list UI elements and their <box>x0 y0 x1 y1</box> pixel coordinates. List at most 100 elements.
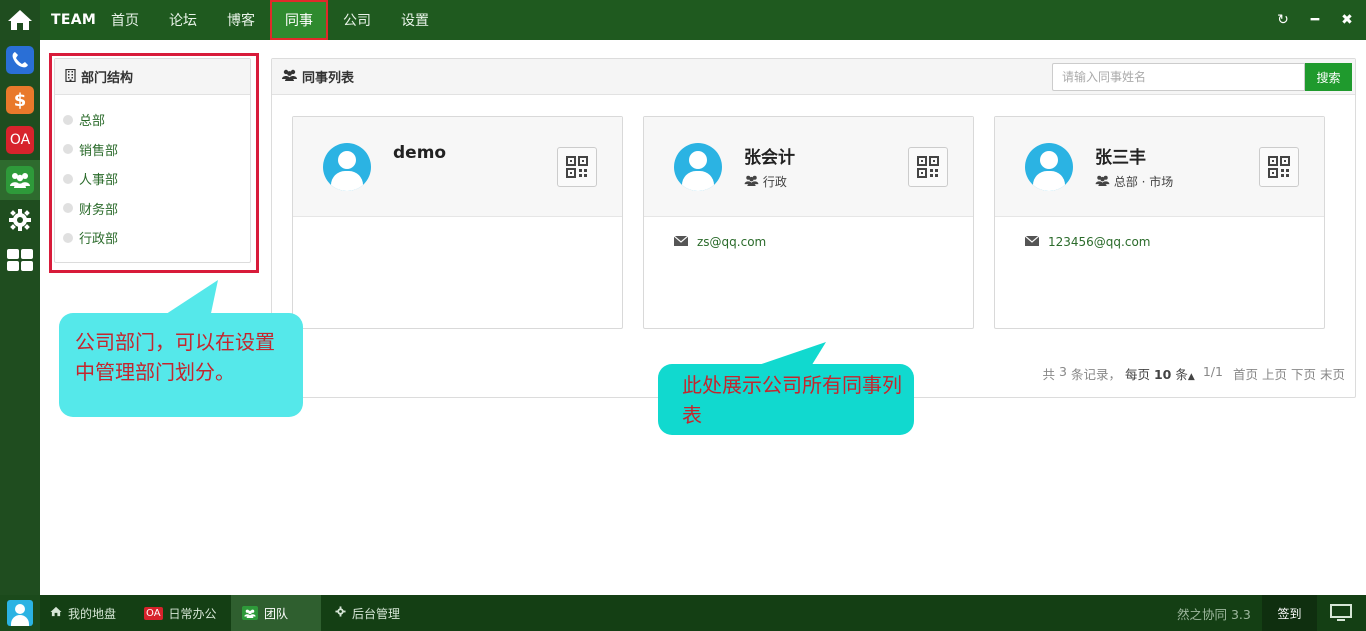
home-icon <box>50 606 62 620</box>
gear-icon[interactable] <box>0 200 40 240</box>
phone-icon[interactable] <box>0 40 40 80</box>
taskbar-admin[interactable]: 后台管理 <box>335 595 400 631</box>
card-header: demo <box>293 117 622 217</box>
callout-pointer <box>160 280 218 318</box>
colleague-card[interactable]: demo <box>292 116 623 329</box>
dept-item-label: 行政部 <box>79 232 119 248</box>
home-icon[interactable] <box>0 0 40 40</box>
envelope-icon <box>673 235 689 249</box>
nav-home[interactable]: 首页 <box>96 0 154 40</box>
colleague-dept-label: 总部 · 市场 <box>1113 175 1174 189</box>
dept-item-hr[interactable]: 人事部 <box>63 164 250 194</box>
nav-blog[interactable]: 博客 <box>212 0 270 40</box>
avatar <box>674 143 722 191</box>
avatar <box>7 600 33 626</box>
dept-callout: 公司部门，可以在设置中管理部门划分。 <box>59 313 303 417</box>
colleague-name: 张会计 <box>744 148 795 168</box>
dept-item-label: 销售部 <box>79 143 119 159</box>
close-icon[interactable]: ✖ <box>1340 12 1354 28</box>
dept-panel-header: 部门结构 <box>55 59 250 95</box>
dept-item-finance[interactable]: 财务部 <box>63 194 250 224</box>
refresh-icon[interactable]: ↻ <box>1276 12 1290 28</box>
oa-icon[interactable]: OA <box>0 120 40 160</box>
pager-per-page: 10 <box>1153 367 1172 382</box>
taskbar-label: 日常办公 <box>168 606 217 621</box>
pager-next[interactable]: 下页 <box>1291 364 1316 383</box>
sign-in-button[interactable]: 签到 <box>1262 595 1317 631</box>
gear-icon <box>335 606 346 620</box>
qr-code-icon[interactable] <box>557 147 597 187</box>
colleague-dept: 总部 · 市场 <box>1095 173 1173 190</box>
grid-icon[interactable] <box>0 240 40 280</box>
dot-icon <box>63 232 73 243</box>
nav-settings[interactable]: 设置 <box>386 0 444 40</box>
pager-total: 3 <box>1059 364 1067 379</box>
colleague-panel-title: 同事列表 <box>302 71 355 86</box>
envelope-icon <box>1024 235 1040 249</box>
dept-item-label: 总部 <box>79 114 106 130</box>
dept-list: 总部 销售部 人事部 财务部 行政部 <box>55 95 250 253</box>
users-icon <box>282 69 297 84</box>
pager-total-suffix: 条记录， <box>1070 367 1121 382</box>
dept-item-admin[interactable]: 行政部 <box>63 223 250 253</box>
team-icon[interactable] <box>0 160 40 200</box>
pager-per-page-prefix: 每页 <box>1124 367 1150 382</box>
window-controls: ↻ ━ ✖ <box>1276 0 1354 40</box>
nav-colleagues[interactable]: 同事 <box>270 0 328 40</box>
pager-prev[interactable]: 上页 <box>1262 364 1287 383</box>
building-icon <box>65 68 76 85</box>
taskbar-team[interactable]: 团队 <box>231 595 321 631</box>
desktop-icon[interactable] <box>1330 595 1352 631</box>
dot-icon <box>63 114 73 125</box>
dept-panel-title: 部门结构 <box>81 71 134 86</box>
app-rail: $ OA <box>0 0 40 595</box>
dot-icon <box>63 203 73 214</box>
pager-page-info: 1/1 <box>1202 364 1223 379</box>
colleague-card[interactable]: 张三丰 总部 · 市场 123456@qq.com <box>994 116 1325 329</box>
pager: 共 3 条记录， 每页 10 条▲ 1/1 首页 上页 下页 末页 <box>1043 364 1346 383</box>
dept-panel: 部门结构 总部 销售部 人事部 财务部 行政部 <box>54 58 251 263</box>
minimize-icon[interactable]: ━ <box>1308 12 1322 28</box>
qr-code-icon[interactable] <box>1259 147 1299 187</box>
taskbar-my-space[interactable]: 我的地盘 <box>50 595 116 631</box>
taskbar-daily-office[interactable]: OA 日常办公 <box>144 595 217 631</box>
avatar <box>323 143 371 191</box>
users-icon <box>1095 175 1114 189</box>
qr-code-icon[interactable] <box>908 147 948 187</box>
avatar <box>1025 143 1073 191</box>
nav-forum[interactable]: 论坛 <box>154 0 212 40</box>
colleague-name: 张三丰 <box>1095 148 1146 168</box>
dot-icon <box>63 173 73 184</box>
colleague-email[interactable]: 123456@qq.com <box>1024 235 1151 249</box>
user-avatar-button[interactable] <box>0 595 40 631</box>
colleague-dept-label: 行政 <box>762 175 787 189</box>
colleague-dept: 行政 <box>744 173 787 190</box>
pager-first[interactable]: 首页 <box>1233 364 1258 383</box>
version-label: 然之协同 3.3 <box>1177 606 1251 622</box>
card-header: 张三丰 总部 · 市场 <box>995 117 1324 217</box>
dollar-icon[interactable]: $ <box>0 80 40 120</box>
colleague-email-label: 123456@qq.com <box>1048 235 1151 249</box>
colleague-email[interactable]: zs@qq.com <box>673 235 766 249</box>
colleague-card[interactable]: 张会计 行政 zs@qq.com <box>643 116 974 329</box>
oa-icon: OA <box>144 606 163 620</box>
dept-item-label: 财务部 <box>79 202 119 218</box>
dept-item-label: 人事部 <box>79 173 119 189</box>
list-callout: 此处展示公司所有同事列表 <box>658 364 914 435</box>
top-nav-bar: TEAM 首页 论坛 博客 同事 公司 设置 ↻ ━ ✖ <box>40 0 1366 40</box>
taskbar-label: 团队 <box>264 606 289 621</box>
pager-per-page-dropdown[interactable]: 每页 10 条▲ <box>1125 364 1195 383</box>
caret-up-icon: ▲ <box>1187 372 1195 382</box>
main-nav: 首页 论坛 博客 同事 公司 设置 <box>96 0 444 40</box>
dept-item-hq[interactable]: 总部 <box>63 105 250 135</box>
pager-last[interactable]: 末页 <box>1320 364 1345 383</box>
taskbar: 我的地盘 OA 日常办公 团队 后台管理 然之协同 3.3 签到 <box>0 595 1366 631</box>
dept-item-sales[interactable]: 销售部 <box>63 135 250 165</box>
nav-company[interactable]: 公司 <box>328 0 386 40</box>
taskbar-label: 后台管理 <box>352 606 401 621</box>
users-icon <box>744 175 763 189</box>
colleague-search-input[interactable] <box>1052 63 1305 91</box>
pager-total-prefix: 共 <box>1042 367 1056 382</box>
taskbar-label: 我的地盘 <box>68 606 117 621</box>
search-button[interactable]: 搜索 <box>1305 63 1352 91</box>
